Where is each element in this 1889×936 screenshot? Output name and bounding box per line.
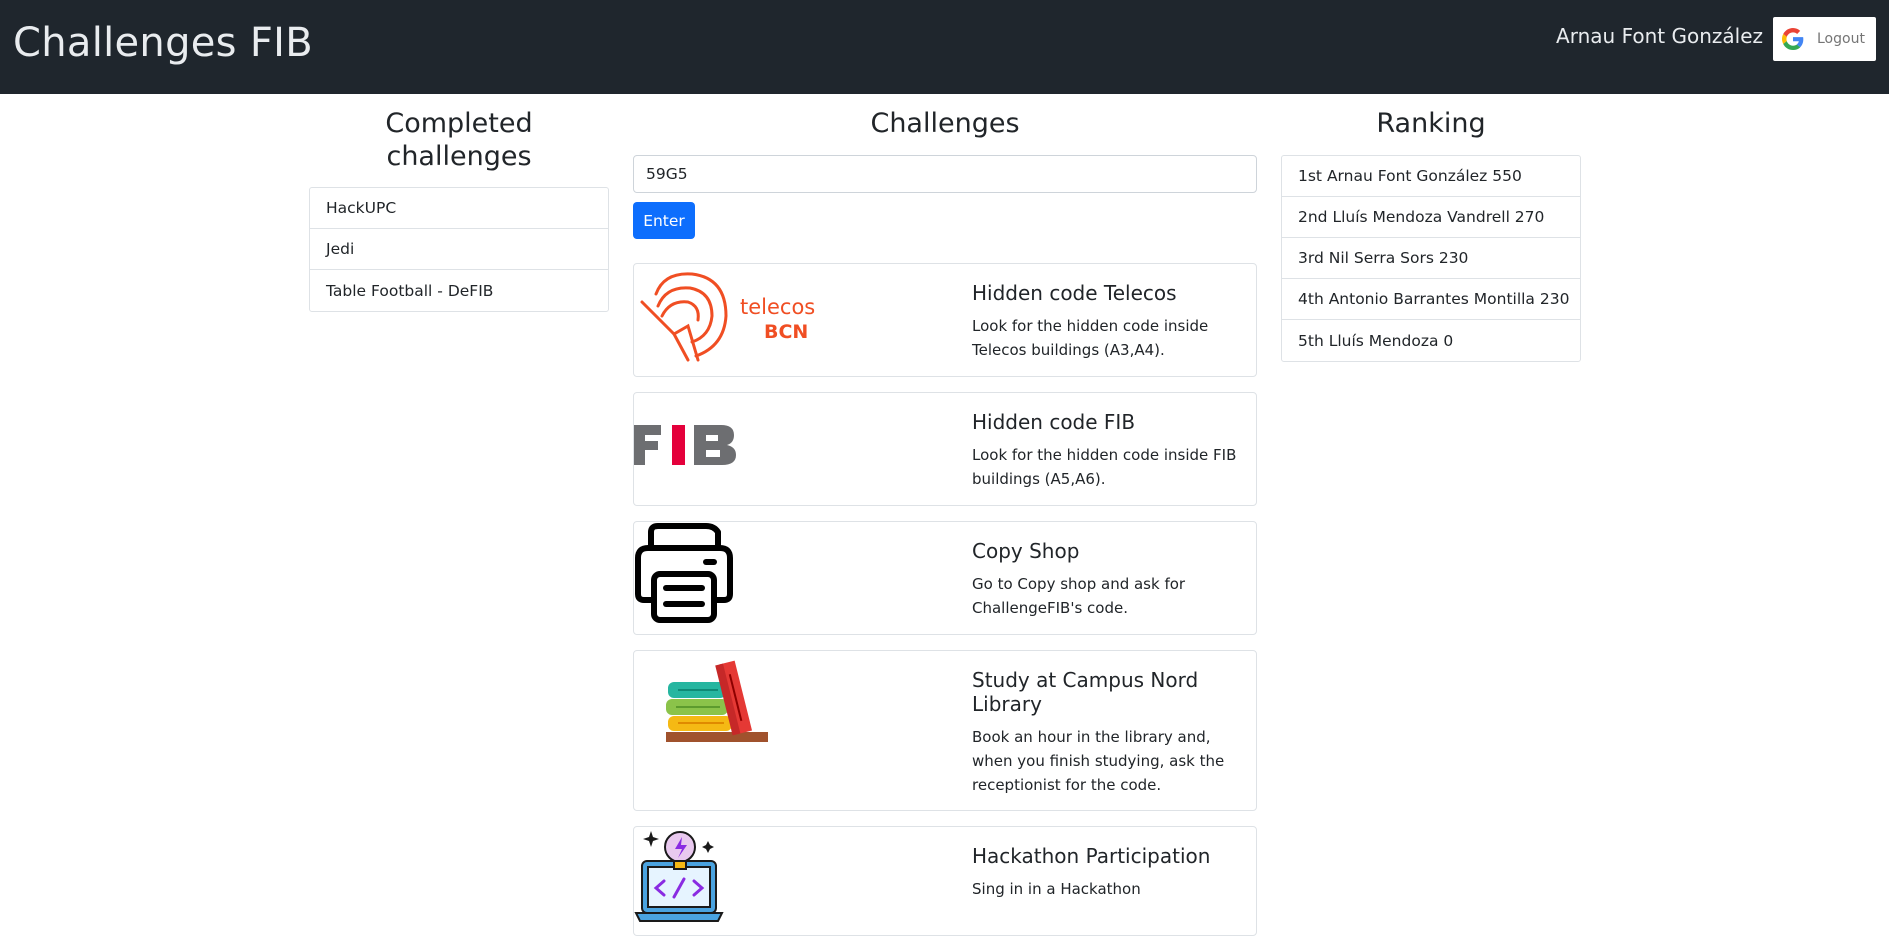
telecos-logo-subtext: BCN — [764, 321, 808, 343]
card-text: Look for the hidden code inside Telecos … — [972, 317, 1209, 359]
ranking-title: Ranking — [1376, 108, 1486, 139]
completed-title: Completed challenges — [385, 108, 533, 172]
card-text: Sing in in a Hackathon — [972, 880, 1141, 898]
challenge-card-telecos[interactable]: telecos BCN Hidden code Telecos Look for… — [633, 263, 1257, 377]
challenge-card-copy-shop[interactable]: Copy Shop Go to Copy shop and ask for Ch… — [633, 521, 1257, 635]
list-item[interactable]: Table Football - DeFIB — [310, 270, 608, 311]
logout-label: Logout — [1817, 31, 1865, 47]
card-text: Go to Copy shop and ask for ChallengeFIB… — [972, 575, 1186, 617]
app-title[interactable]: Challenges FIB — [13, 20, 313, 66]
ranking-item: 3rd Nil Serra Sors 230 — [1282, 238, 1580, 279]
card-title: Copy Shop — [972, 539, 1080, 563]
printer-icon — [634, 522, 834, 634]
user-name: Arnau Font González — [1556, 24, 1763, 48]
challenge-card-fib[interactable]: Hidden code FIB Look for the hidden code… — [633, 392, 1257, 506]
ranking-item: 2nd Lluís Mendoza Vandrell 270 — [1282, 197, 1580, 238]
card-title: Hackathon Participation — [972, 844, 1211, 868]
code-input[interactable] — [633, 155, 1257, 193]
telecos-bcn-logo: telecos BCN — [634, 264, 834, 376]
challenge-card-library[interactable]: Study at Campus Nord Library Book an hou… — [633, 650, 1257, 811]
completed-list: HackUPC Jedi Table Football - DeFIB — [309, 187, 609, 312]
google-icon — [1782, 28, 1804, 50]
challenge-card-hackathon[interactable]: Hackathon Participation Sing in in a Hac… — [633, 826, 1257, 936]
laptop-code-icon — [634, 827, 834, 935]
card-title: Study at Campus Nord Library — [972, 668, 1199, 716]
ranking-item: 5th Lluís Mendoza 0 — [1298, 331, 1454, 350]
telecos-logo-text: telecos — [740, 295, 815, 319]
ranking-item: 1st Arnau Font González 550 — [1282, 156, 1580, 197]
card-text: Look for the hidden code inside FIB buil… — [972, 446, 1237, 488]
list-item[interactable]: HackUPC — [310, 188, 608, 229]
list-item[interactable]: Jedi — [310, 229, 608, 270]
enter-button[interactable]: Enter — [633, 202, 695, 239]
card-title: Hidden code Telecos — [972, 281, 1177, 305]
ranking-item: 4th Antonio Barrantes Montilla 230 — [1282, 279, 1580, 320]
logout-button[interactable]: Logout — [1773, 17, 1876, 61]
card-text: Book an hour in the library and, when yo… — [972, 728, 1225, 794]
challenges-title: Challenges — [870, 108, 1020, 139]
books-icon — [634, 651, 834, 768]
card-title: Hidden code FIB — [972, 410, 1136, 434]
ranking-list: 1st Arnau Font González 550 2nd Lluís Me… — [1281, 155, 1581, 362]
fib-logo — [634, 393, 834, 505]
top-navbar: Challenges FIB Arnau Font González Logou… — [0, 0, 1889, 94]
